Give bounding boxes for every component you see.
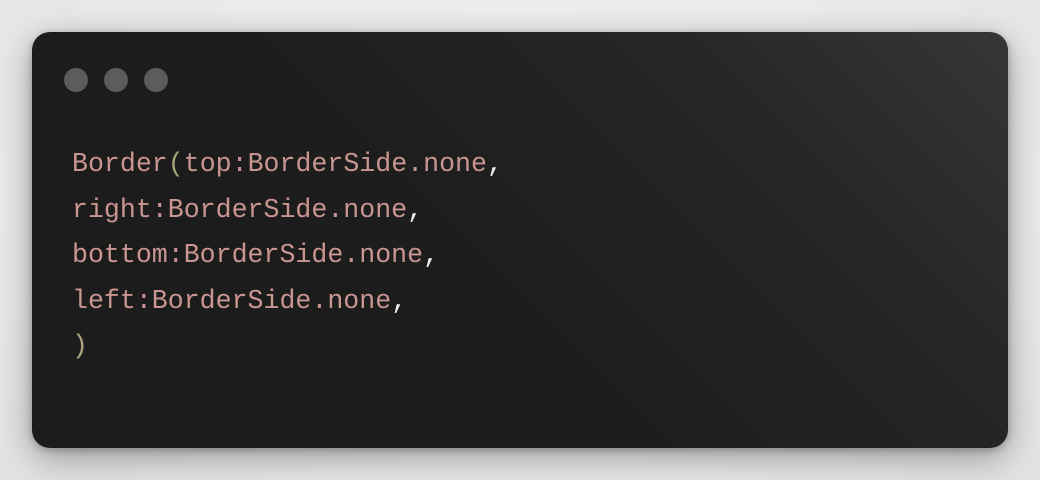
code-close-paren: ) [72, 331, 88, 361]
code-comma: , [486, 149, 503, 179]
code-comma: , [407, 194, 424, 225]
code-line: Border(top:BorderSide.none, [72, 142, 503, 188]
code-window: Border(top:BorderSide.none, right:BorderS… [32, 32, 1008, 448]
code-line: right:BorderSide.none, [72, 188, 503, 234]
window-dot-1 [64, 68, 88, 92]
code-argument: top:BorderSide.none [183, 149, 487, 179]
window-dot-2 [104, 68, 128, 92]
code-argument: left:BorderSide.none [72, 285, 392, 316]
window-dot-3 [144, 68, 168, 92]
code-comma: , [391, 285, 408, 316]
code-block: Border(top:BorderSide.none, right:BorderS… [72, 142, 503, 370]
code-line: bottom:BorderSide.none, [72, 233, 503, 279]
code-argument: right:BorderSide.none [72, 194, 408, 225]
code-identifier: Border [72, 149, 168, 179]
code-comma: , [423, 240, 440, 270]
code-open-paren: ( [167, 149, 184, 179]
code-line: left:BorderSide.none, [72, 279, 503, 325]
code-argument: bottom:BorderSide.none [72, 240, 424, 270]
window-controls [64, 68, 168, 92]
code-line: ) [72, 324, 503, 370]
